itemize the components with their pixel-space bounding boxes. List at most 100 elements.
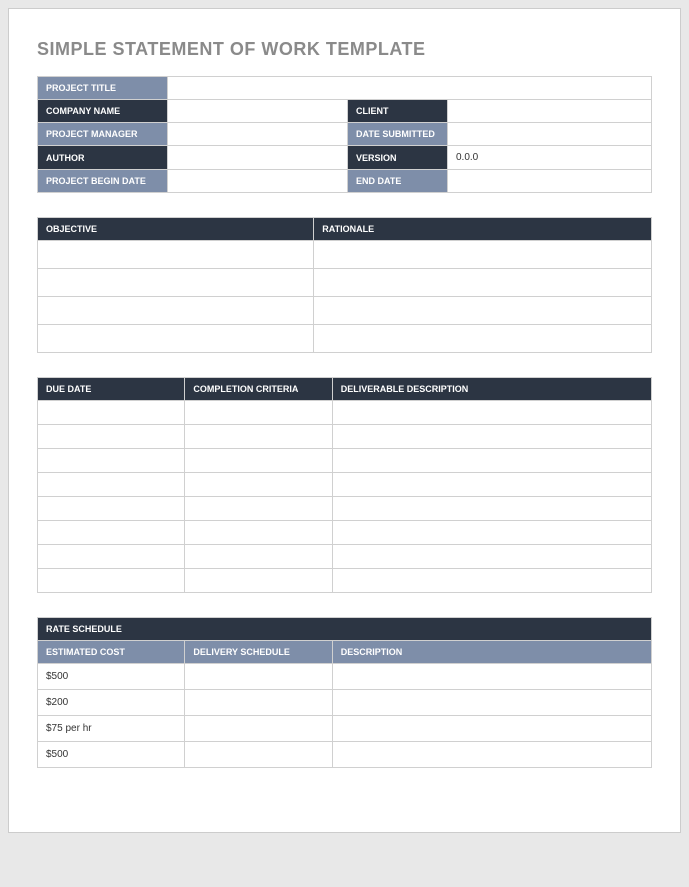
end-date-label: END DATE (348, 170, 448, 193)
company-name-value[interactable] (168, 100, 348, 123)
table-row: AUTHOR VERSION 0.0.0 (38, 146, 652, 170)
table-row (38, 449, 652, 473)
table-row: DUE DATE COMPLETION CRITERIA DELIVERABLE… (38, 378, 652, 401)
company-name-label: COMPANY NAME (38, 100, 168, 123)
table-row (38, 569, 652, 593)
due-date-cell[interactable] (38, 425, 185, 449)
author-label: AUTHOR (38, 146, 168, 170)
description-cell[interactable] (332, 569, 651, 593)
rate-description-header: DESCRIPTION (332, 641, 651, 664)
criteria-cell[interactable] (185, 425, 332, 449)
version-value[interactable]: 0.0.0 (448, 146, 652, 170)
table-row: ESTIMATED COST DELIVERY SCHEDULE DESCRIP… (38, 641, 652, 664)
objective-cell[interactable] (38, 297, 314, 325)
table-row: RATE SCHEDULE (38, 618, 652, 641)
description-cell[interactable] (332, 449, 651, 473)
objective-cell[interactable] (38, 325, 314, 353)
table-row (38, 545, 652, 569)
table-row: COMPANY NAME CLIENT (38, 100, 652, 123)
rationale-cell[interactable] (314, 241, 652, 269)
date-submitted-label: DATE SUBMITTED (348, 123, 448, 146)
due-date-header: DUE DATE (38, 378, 185, 401)
rate-description-cell[interactable] (332, 690, 651, 716)
project-meta-table: PROJECT TITLE COMPANY NAME CLIENT PROJEC… (37, 76, 652, 193)
rationale-cell[interactable] (314, 269, 652, 297)
objective-cell[interactable] (38, 241, 314, 269)
project-title-label: PROJECT TITLE (38, 77, 168, 100)
due-date-cell[interactable] (38, 401, 185, 425)
due-date-cell[interactable] (38, 497, 185, 521)
begin-date-label: PROJECT BEGIN DATE (38, 170, 168, 193)
estimated-cost-cell[interactable]: $75 per hr (38, 716, 185, 742)
table-row (38, 497, 652, 521)
due-date-cell[interactable] (38, 473, 185, 497)
estimated-cost-header: ESTIMATED COST (38, 641, 185, 664)
description-cell[interactable] (332, 545, 651, 569)
table-row (38, 425, 652, 449)
project-manager-value[interactable] (168, 123, 348, 146)
rate-schedule-section-header: RATE SCHEDULE (38, 618, 652, 641)
table-row: $500 (38, 742, 652, 768)
begin-date-value[interactable] (168, 170, 348, 193)
delivery-schedule-cell[interactable] (185, 716, 332, 742)
table-row: OBJECTIVE RATIONALE (38, 218, 652, 241)
table-row (38, 521, 652, 545)
end-date-value[interactable] (448, 170, 652, 193)
due-date-cell[interactable] (38, 521, 185, 545)
rate-schedule-table: RATE SCHEDULE ESTIMATED COST DELIVERY SC… (37, 617, 652, 768)
table-row: PROJECT MANAGER DATE SUBMITTED (38, 123, 652, 146)
criteria-cell[interactable] (185, 521, 332, 545)
delivery-schedule-cell[interactable] (185, 742, 332, 768)
description-cell[interactable] (332, 401, 651, 425)
table-row (38, 269, 652, 297)
criteria-cell[interactable] (185, 497, 332, 521)
criteria-cell[interactable] (185, 449, 332, 473)
deliverable-description-header: DELIVERABLE DESCRIPTION (332, 378, 651, 401)
table-row: $75 per hr (38, 716, 652, 742)
criteria-cell[interactable] (185, 473, 332, 497)
objective-cell[interactable] (38, 269, 314, 297)
estimated-cost-cell[interactable]: $200 (38, 690, 185, 716)
criteria-cell[interactable] (185, 401, 332, 425)
table-row (38, 241, 652, 269)
description-cell[interactable] (332, 521, 651, 545)
table-row: PROJECT BEGIN DATE END DATE (38, 170, 652, 193)
criteria-cell[interactable] (185, 569, 332, 593)
deliverables-table: DUE DATE COMPLETION CRITERIA DELIVERABLE… (37, 377, 652, 593)
document-title: SIMPLE STATEMENT OF WORK TEMPLATE (37, 39, 652, 60)
objective-header: OBJECTIVE (38, 218, 314, 241)
objective-table: OBJECTIVE RATIONALE (37, 217, 652, 353)
table-row: PROJECT TITLE (38, 77, 652, 100)
project-title-value[interactable] (168, 77, 652, 100)
due-date-cell[interactable] (38, 545, 185, 569)
rationale-cell[interactable] (314, 325, 652, 353)
delivery-schedule-cell[interactable] (185, 664, 332, 690)
table-row (38, 325, 652, 353)
project-manager-label: PROJECT MANAGER (38, 123, 168, 146)
completion-criteria-header: COMPLETION CRITERIA (185, 378, 332, 401)
description-cell[interactable] (332, 497, 651, 521)
table-row (38, 401, 652, 425)
author-value[interactable] (168, 146, 348, 170)
client-value[interactable] (448, 100, 652, 123)
estimated-cost-cell[interactable]: $500 (38, 664, 185, 690)
estimated-cost-cell[interactable]: $500 (38, 742, 185, 768)
client-label: CLIENT (348, 100, 448, 123)
description-cell[interactable] (332, 425, 651, 449)
delivery-schedule-header: DELIVERY SCHEDULE (185, 641, 332, 664)
rate-description-cell[interactable] (332, 742, 651, 768)
description-cell[interactable] (332, 473, 651, 497)
date-submitted-value[interactable] (448, 123, 652, 146)
rationale-header: RATIONALE (314, 218, 652, 241)
due-date-cell[interactable] (38, 569, 185, 593)
rationale-cell[interactable] (314, 297, 652, 325)
table-row: $200 (38, 690, 652, 716)
table-row: $500 (38, 664, 652, 690)
table-row (38, 473, 652, 497)
due-date-cell[interactable] (38, 449, 185, 473)
rate-description-cell[interactable] (332, 716, 651, 742)
delivery-schedule-cell[interactable] (185, 690, 332, 716)
rate-description-cell[interactable] (332, 664, 651, 690)
criteria-cell[interactable] (185, 545, 332, 569)
table-row (38, 297, 652, 325)
